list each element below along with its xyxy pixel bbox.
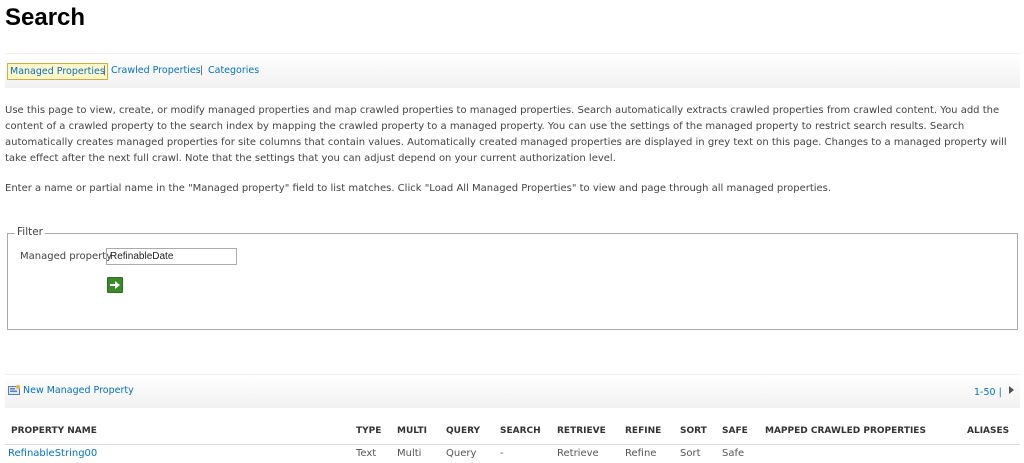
tabs-bar: Managed Properties | Crawled Properties … [5, 53, 1020, 88]
column-header-retrieve[interactable]: RETRIEVE [557, 426, 606, 436]
page-title: Search [5, 4, 86, 31]
green-arrow-icon [110, 281, 120, 289]
managed-property-input[interactable]: RefinableDate [106, 248, 237, 265]
page-description: Use this page to view, create, or modify… [5, 103, 1020, 197]
cell-search: - [500, 448, 504, 459]
property-name-link[interactable]: RefinableString00 [8, 448, 97, 459]
cell-safe: Safe [722, 448, 745, 459]
cell-retrieve: Retrieve [557, 448, 599, 459]
column-header-aliases[interactable]: ALIASES [967, 426, 1009, 436]
paging-range: 1-50 | [974, 387, 1002, 398]
cell-type: Text [356, 448, 377, 459]
column-header-property-name[interactable]: PROPERTY NAME [11, 426, 97, 436]
new-property-icon [8, 385, 20, 395]
column-header-refine[interactable]: REFINE [625, 426, 661, 436]
column-header-search[interactable]: SEARCH [500, 426, 541, 436]
column-header-safe[interactable]: SAFE [722, 426, 748, 436]
tab-separator: | [103, 65, 107, 76]
table-header: PROPERTY NAME TYPE MULTI QUERY SEARCH RE… [5, 426, 1020, 445]
cell-refine: Refine [625, 448, 657, 459]
column-header-multi[interactable]: MULTI [397, 426, 427, 436]
filter-legend: Filter [15, 226, 46, 238]
column-header-sort[interactable]: SORT [680, 426, 707, 436]
tab-separator: | [200, 65, 204, 76]
cell-sort: Sort [680, 448, 701, 459]
go-button[interactable] [107, 277, 123, 293]
tab-categories[interactable]: Categories [208, 65, 259, 76]
column-header-mapped-crawled-properties[interactable]: MAPPED CRAWLED PROPERTIES [765, 426, 926, 436]
column-header-query[interactable]: QUERY [446, 426, 480, 436]
next-page-arrow-icon[interactable] [1009, 386, 1014, 394]
cell-query: Query [446, 448, 477, 459]
table-row: RefinableString00 Text Multi Query - Ret… [5, 448, 1020, 463]
cell-multi: Multi [397, 448, 422, 459]
tab-managed-properties[interactable]: Managed Properties [7, 63, 108, 80]
tab-crawled-properties[interactable]: Crawled Properties [111, 65, 201, 76]
column-header-type[interactable]: TYPE [356, 426, 381, 436]
description-paragraph: Enter a name or partial name in the "Man… [5, 183, 832, 194]
new-managed-property-link[interactable]: New Managed Property [8, 385, 134, 396]
list-toolbar: New Managed Property 1-50 | [5, 374, 1020, 408]
managed-property-label: Managed property [20, 251, 113, 262]
description-paragraph: Use this page to view, create, or modify… [5, 105, 1007, 164]
new-managed-property-label: New Managed Property [23, 385, 134, 396]
